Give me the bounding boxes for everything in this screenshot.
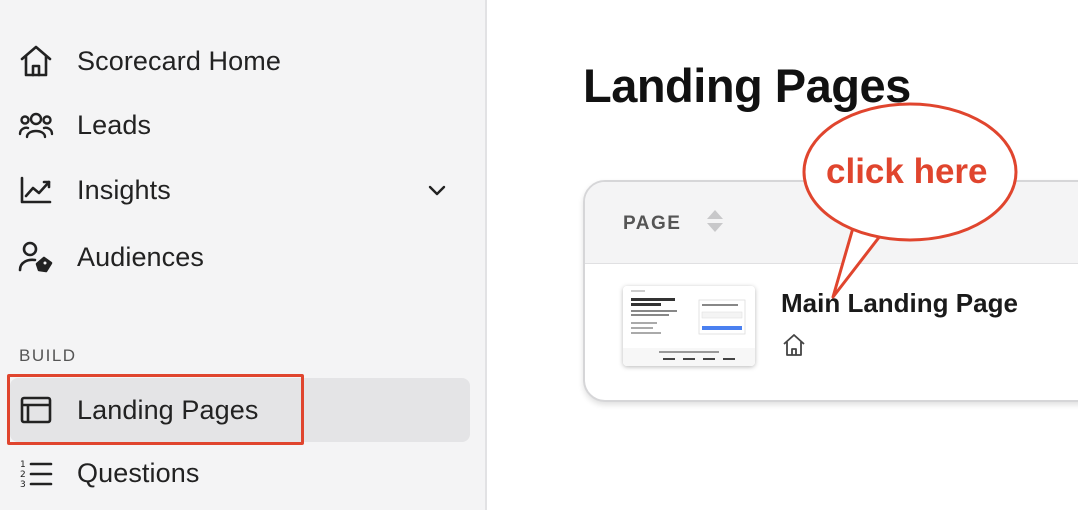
page-thumbnail[interactable]: [623, 286, 755, 366]
home-icon: [781, 332, 807, 358]
sidebar-item-label: Insights: [77, 174, 171, 205]
section-label-build: BUILD: [19, 346, 77, 365]
sidebar-item-label: Landing Pages: [77, 394, 259, 425]
sidebar-item-label: Scorecard Home: [77, 45, 281, 76]
landing-pages-table: PAGE Main Landing Page: [583, 180, 1078, 402]
page-title-link[interactable]: Main Landing Page: [781, 288, 1018, 319]
svg-text:2: 2: [20, 470, 26, 480]
column-header-page[interactable]: PAGE: [623, 213, 681, 235]
home-icon: [18, 43, 54, 79]
sidebar: Scorecard Home Leads Insights Audiences …: [0, 0, 487, 510]
sort-icon[interactable]: [705, 208, 725, 234]
browser-window-icon: [18, 392, 54, 428]
sidebar-item-label: Audiences: [77, 241, 204, 272]
sidebar-item-label: Questions: [77, 457, 200, 488]
sidebar-item-scorecard-home[interactable]: Scorecard Home: [10, 29, 470, 93]
user-tag-icon: [18, 239, 54, 275]
svg-text:3: 3: [20, 480, 26, 488]
main-content: Landing Pages PAGE Main Landing Page: [489, 0, 1078, 510]
chevron-down-icon[interactable]: [422, 175, 452, 205]
sidebar-item-label: Leads: [77, 109, 152, 140]
numbered-list-icon: 1 2 3: [18, 455, 54, 491]
sidebar-item-leads[interactable]: Leads: [10, 93, 470, 157]
chart-line-icon: [18, 172, 54, 208]
sidebar-item-insights[interactable]: Insights: [10, 158, 470, 222]
callout-text: click here: [826, 152, 988, 191]
svg-text:1: 1: [20, 460, 26, 470]
sidebar-item-audiences[interactable]: Audiences: [10, 225, 470, 289]
sidebar-item-landing-pages[interactable]: Landing Pages: [10, 378, 470, 442]
users-icon: [18, 107, 54, 143]
table-header: PAGE: [585, 182, 1078, 264]
sidebar-item-questions[interactable]: 1 2 3 Questions: [10, 441, 470, 505]
page-title: Landing Pages: [583, 59, 911, 112]
